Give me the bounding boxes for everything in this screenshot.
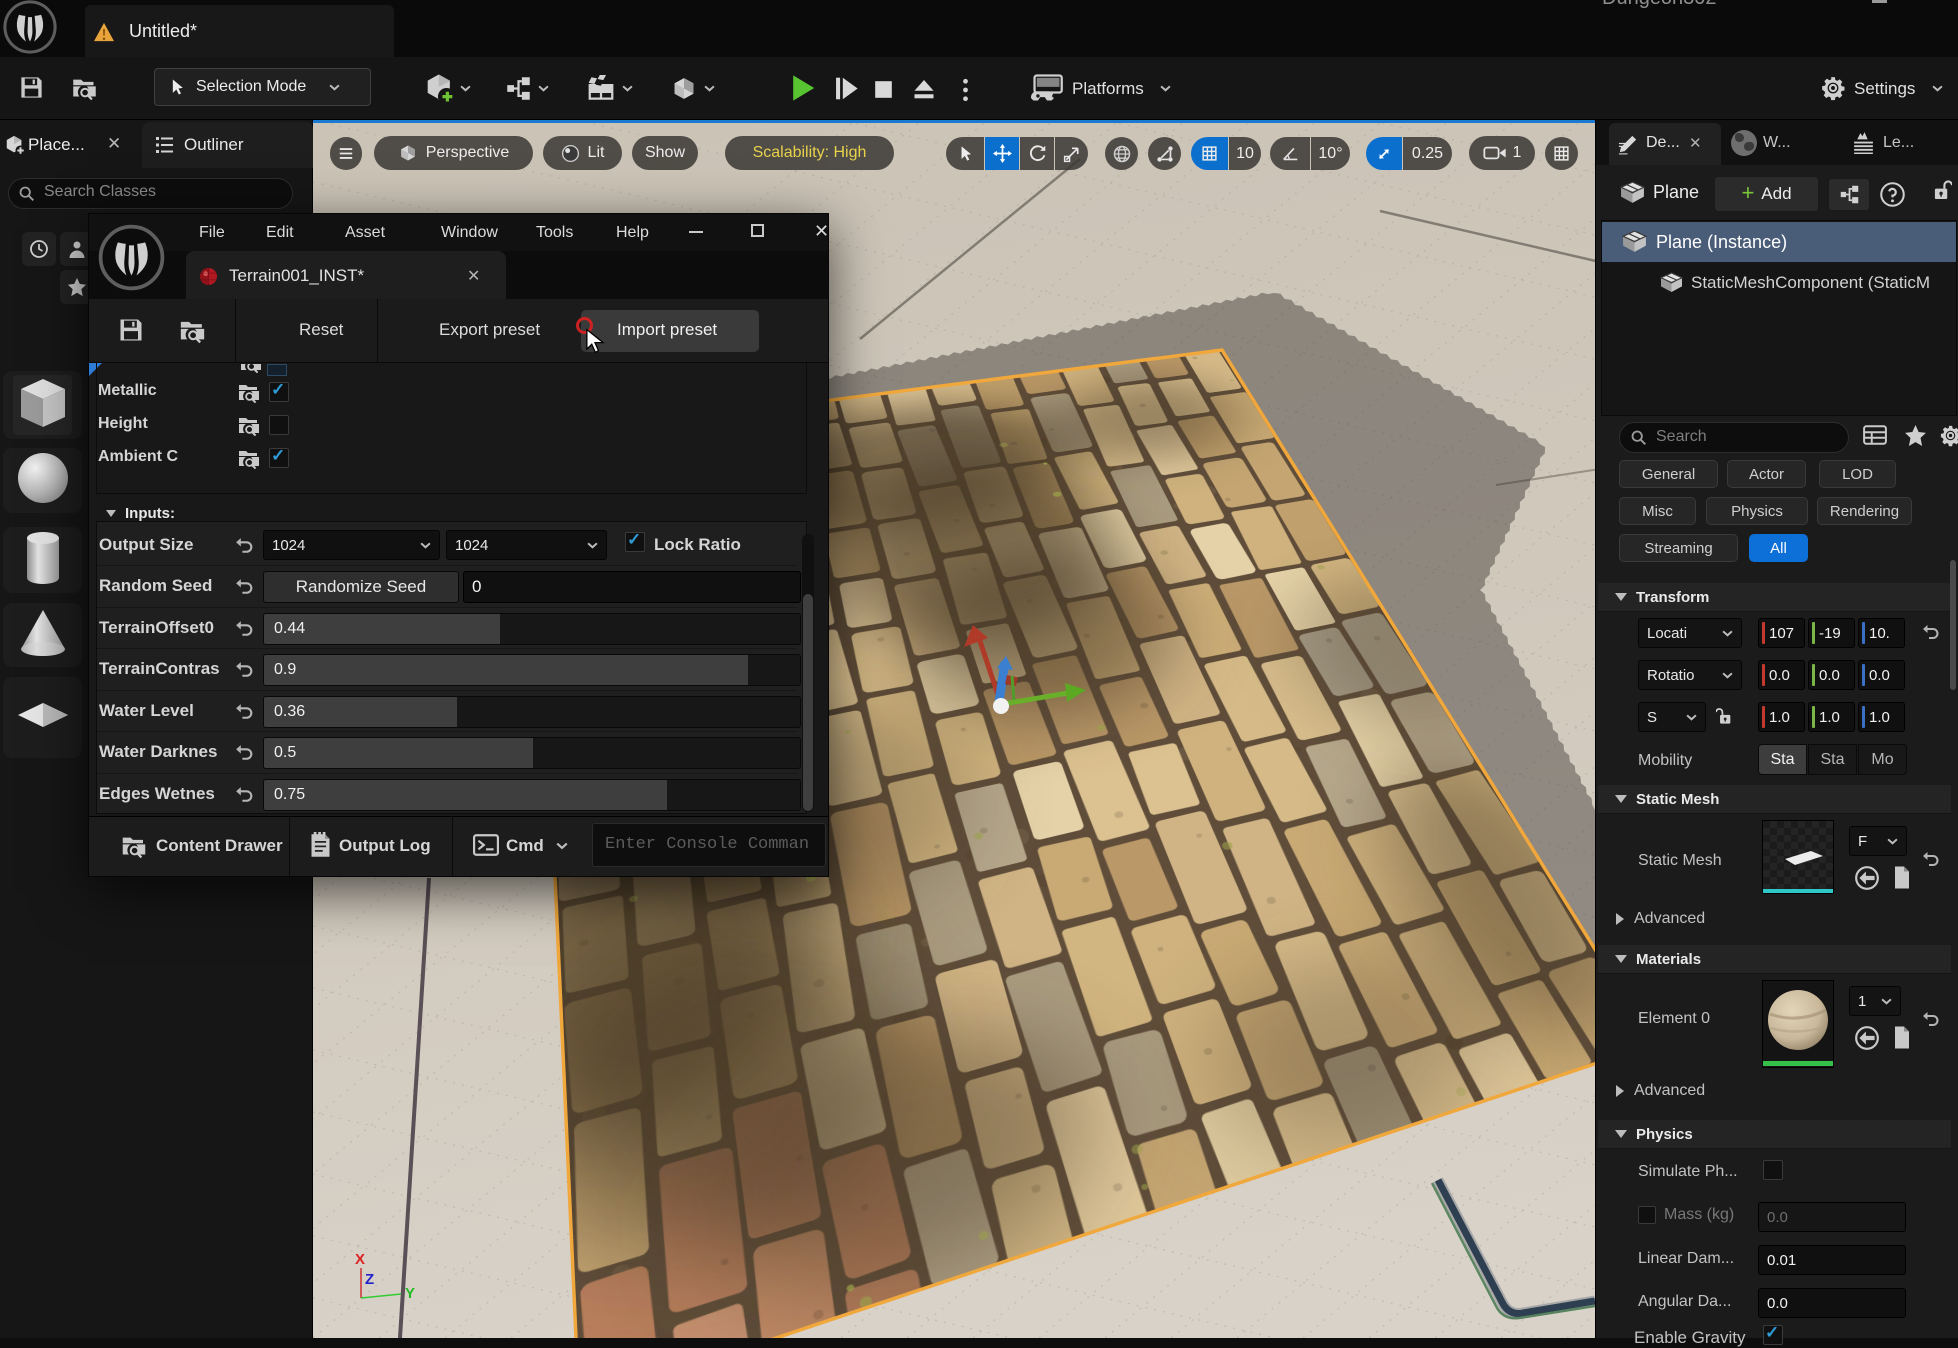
svg-text:Z: Z: [365, 1271, 374, 1288]
svg-text:X: X: [355, 1251, 365, 1268]
svg-text:Y: Y: [405, 1285, 415, 1302]
